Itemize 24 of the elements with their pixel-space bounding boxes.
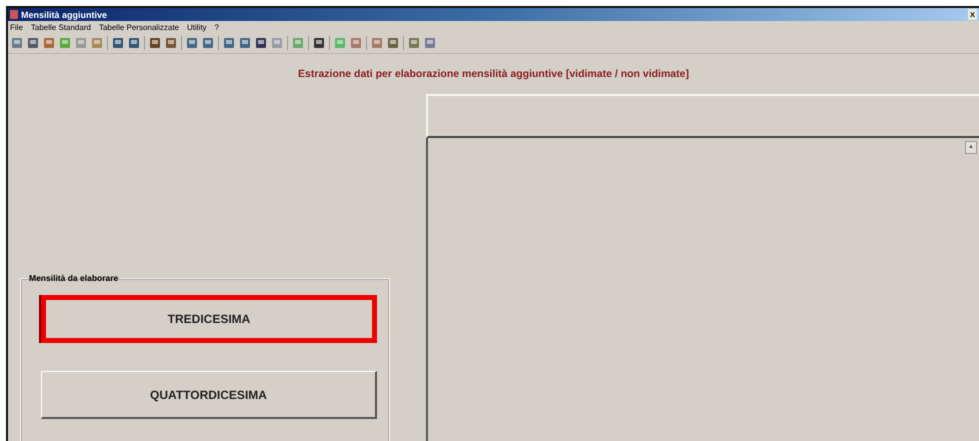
toolbar-icon[interactable] [112,37,124,49]
group-title: Mensilità da elaborare [28,273,120,283]
menu-item[interactable]: Utility [186,22,207,32]
toolbar-icon[interactable] [186,37,198,49]
toolbar-icon[interactable] [313,37,325,49]
toolbar-icon[interactable] [128,37,140,49]
toolbar-icon[interactable] [149,37,161,49]
app-icon [10,10,18,19]
menu-item[interactable]: Tabelle Personalizzate [98,22,179,32]
heading: Estrazione dati per elaborazione mensilità aggiuntive [vidimate / non vidimate] [297,68,690,80]
toolbar-icon[interactable] [165,37,177,49]
toolbar-icon[interactable] [239,37,251,49]
close-button[interactable]: x [968,9,977,20]
toolbar-icon[interactable] [223,37,235,49]
menu-item[interactable]: ? [214,22,219,32]
toolbar-icon[interactable] [202,37,214,49]
menu-item[interactable]: File [10,22,23,32]
menu-item[interactable]: Tabelle Standard [30,22,91,32]
toolbar-icon[interactable] [27,37,39,49]
month-button[interactable]: QUATTORDICESIMA [41,371,377,419]
month-button[interactable]: TREDICESIMA [41,295,377,343]
toolbar-icon[interactable] [255,37,267,49]
toolbar-icon[interactable] [387,37,399,49]
window-title: Mensilità aggiuntive [21,10,108,20]
